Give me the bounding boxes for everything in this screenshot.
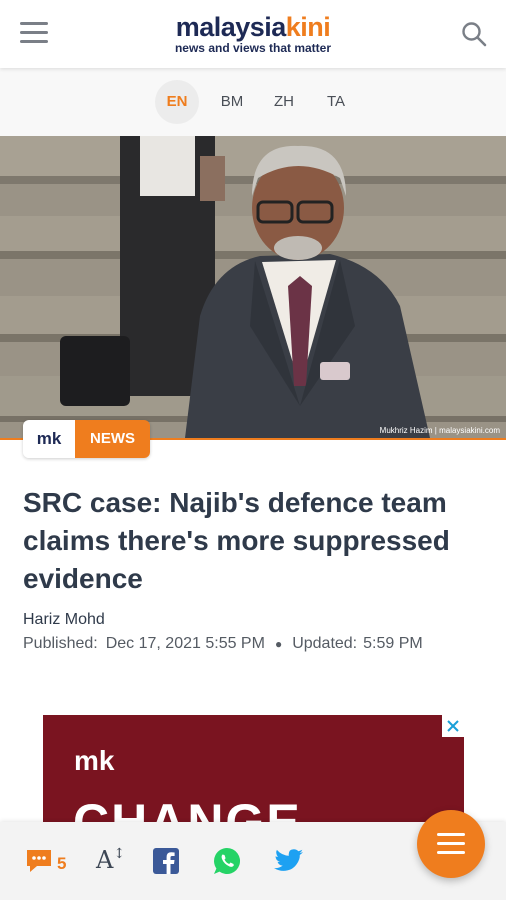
- separator-dot: ●: [274, 637, 283, 651]
- ad-close-icon[interactable]: [442, 715, 464, 737]
- logo-text-kini: kini: [285, 12, 331, 42]
- language-tab-zh[interactable]: ZH: [259, 80, 309, 124]
- category-badge[interactable]: mk NEWS: [23, 420, 150, 458]
- facebook-icon[interactable]: [153, 848, 179, 879]
- menu-fab-button[interactable]: [417, 810, 485, 878]
- badge-category: NEWS: [75, 420, 150, 458]
- article-author[interactable]: Hariz Mohd: [23, 611, 105, 629]
- article-dates: Published: Dec 17, 2021 5:55 PM ● Update…: [23, 635, 423, 653]
- logo-text-malaysia: malaysia: [175, 12, 287, 42]
- hero-image[interactable]: Mukhriz Hazim | malaysiakini.com: [0, 136, 506, 438]
- updated-value: 5:59 PM: [363, 635, 423, 652]
- language-tab-bm[interactable]: BM: [207, 80, 257, 124]
- language-tabs: EN BM ZH TA: [155, 80, 363, 124]
- font-size-label: A: [96, 846, 114, 874]
- twitter-icon[interactable]: [274, 849, 304, 878]
- language-bar: EN BM ZH TA: [0, 68, 506, 136]
- article-headline: SRC case: Najib's defence team claims th…: [23, 487, 450, 594]
- app-header: malaysiakini news and views that matter: [0, 0, 506, 68]
- comments-button[interactable]: 5: [25, 848, 66, 879]
- advertisement[interactable]: mk CHANGE: [43, 715, 464, 835]
- updated-label: Updated:: [292, 635, 358, 652]
- font-size-icon[interactable]: A↕: [96, 846, 125, 874]
- badge-logo: mk: [23, 420, 75, 458]
- search-icon[interactable]: [460, 20, 488, 48]
- photo-credit: Mukhriz Hazim | malaysiakini.com: [379, 426, 500, 435]
- language-tab-en[interactable]: EN: [155, 80, 199, 124]
- badge-logo-text: mk: [36, 429, 62, 448]
- comment-icon: [25, 848, 53, 879]
- ad-logo-text: mk: [74, 745, 115, 776]
- comment-count: 5: [57, 853, 67, 873]
- language-tab-ta[interactable]: TA: [311, 80, 361, 124]
- published-label: Published:: [23, 635, 98, 652]
- whatsapp-icon[interactable]: [212, 846, 242, 881]
- published-value: Dec 17, 2021 5:55 PM: [105, 635, 265, 652]
- ad-logo: mk: [74, 745, 114, 777]
- logo-tagline: news and views that matter: [174, 41, 332, 55]
- site-logo[interactable]: malaysiakini news and views that matter: [0, 12, 506, 55]
